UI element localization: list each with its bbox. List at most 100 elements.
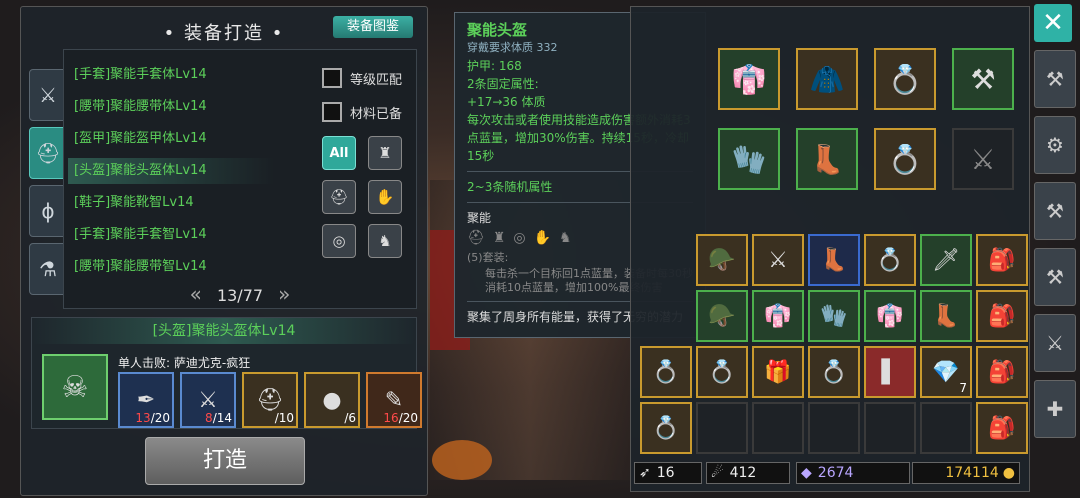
helmet-icon: ⛑ xyxy=(35,141,61,165)
equipped-gloves-slot[interactable]: 🧤 xyxy=(718,128,780,190)
defeat-requirement: 单人击败: 萨迪尤克-疯狂 xyxy=(118,356,251,370)
bag-slot[interactable]: 🎒 xyxy=(976,402,1028,454)
stack-count: 7 xyxy=(959,381,967,395)
bag-slot[interactable]: 💍 xyxy=(808,346,860,398)
filter-gloves-button[interactable]: ✋ xyxy=(368,180,402,214)
bag-slot[interactable]: 💍 xyxy=(640,402,692,454)
belt-icon: ◎ xyxy=(332,232,346,250)
empty-bag-slot[interactable] xyxy=(808,402,860,454)
arrow-currency: ➶ 16 xyxy=(634,462,702,484)
list-item-selected[interactable]: [头盔]聚能头盔体Lv14 xyxy=(68,158,274,184)
helmet-icon[interactable]: ⛑ /10 xyxy=(242,372,298,428)
empty-bag-slot[interactable] xyxy=(864,402,916,454)
list-item[interactable]: [手套]聚能手套体Lv14 xyxy=(74,62,207,88)
bag-slot[interactable]: 🧤 xyxy=(808,290,860,342)
equipped-ring2-slot[interactable]: 💍 xyxy=(874,128,936,190)
craft-tab[interactable]: ⚙ xyxy=(1034,116,1076,174)
bag-slot[interactable]: 🎒 xyxy=(976,234,1028,286)
equipped-ring-slot[interactable]: 💍 xyxy=(874,48,936,110)
equipped-amulet-slot[interactable]: ⚒ xyxy=(952,48,1014,110)
sword-icon: ⚔ xyxy=(39,83,57,107)
hammer-icon: ⚒ xyxy=(1046,67,1064,91)
jewelry-tab[interactable]: ϕ xyxy=(29,185,67,237)
helmet-icon: ⛑ xyxy=(329,188,349,206)
forge-button[interactable]: 打造 xyxy=(145,437,305,485)
empty-bag-slot[interactable] xyxy=(696,402,748,454)
list-item[interactable]: [腰带]聚能腰带体Lv14 xyxy=(74,94,207,120)
prev-page-icon[interactable]: « xyxy=(190,282,202,306)
filter-shoulder-button[interactable]: ♜ xyxy=(368,136,402,170)
gem-stack-slot[interactable]: 💎 7 xyxy=(920,346,972,398)
bag-slot[interactable]: 🎒 xyxy=(976,290,1028,342)
codex-button[interactable]: 装备图鉴 xyxy=(333,16,413,38)
weapon-tab[interactable]: ⚔ xyxy=(29,69,67,121)
level-match-checkbox[interactable] xyxy=(322,68,342,88)
white-feather-icon[interactable]: ✎ 16/20 xyxy=(366,372,422,428)
craft-panel: • 装备打造 • 装备图鉴 ⚔ ⛑ ϕ ⚗ [手套]聚能手套体Lv14 [腰带]… xyxy=(20,6,428,496)
bag-slot[interactable]: 🗡 xyxy=(920,234,972,286)
close-button[interactable]: ✕ xyxy=(1034,4,1072,42)
bag-slot[interactable]: 💍 xyxy=(864,234,916,286)
empty-weapon-slot[interactable]: ⚔ xyxy=(952,128,1014,190)
recipe-list: [手套]聚能手套体Lv14 [腰带]聚能腰带体Lv14 [盔甲]聚能盔甲体Lv1… xyxy=(63,49,417,309)
bag-slot[interactable]: 👘 xyxy=(864,290,916,342)
list-item[interactable]: [盔甲]聚能盔甲体Lv14 xyxy=(74,126,207,152)
necklace-icon: ϕ xyxy=(41,199,55,223)
mat-have: 16 xyxy=(383,411,399,425)
bag-slot[interactable]: 🎒 xyxy=(976,346,1028,398)
mallet-icon: ⚒ xyxy=(1046,265,1064,289)
empty-bag-slot[interactable] xyxy=(920,402,972,454)
bag-slot[interactable]: 👢 xyxy=(808,234,860,286)
feather-icon[interactable]: ✒ 13/20 xyxy=(118,372,174,428)
blade-icon[interactable]: ⚔ 8/14 xyxy=(180,372,236,428)
bag-slot[interactable]: 🪖 xyxy=(696,234,748,286)
equipped-boots-slot[interactable]: 👢 xyxy=(796,128,858,190)
have-mats-checkbox[interactable] xyxy=(322,102,342,122)
forge-tab[interactable]: ⚒ xyxy=(1034,50,1076,108)
list-item[interactable]: [鞋子]聚能靴智Lv14 xyxy=(74,190,194,216)
background-pumpkin xyxy=(432,440,492,480)
filter-belt-button[interactable]: ◎ xyxy=(322,224,356,258)
armor-tab[interactable]: ⛑ xyxy=(29,127,67,179)
shoulder-icon: ♜ xyxy=(378,144,392,162)
filter-all-button[interactable]: All xyxy=(322,136,356,170)
flail-icon[interactable]: ● /6 xyxy=(304,372,360,428)
equipped-armor-slot[interactable]: 👘 xyxy=(718,48,780,110)
boots-icon: ♞ xyxy=(559,230,572,246)
bag-slot[interactable]: 🪖 xyxy=(696,290,748,342)
anvil-icon: ⚙ xyxy=(1046,133,1064,157)
bag-slot[interactable]: 🎁 xyxy=(752,346,804,398)
filter-helmet-button[interactable]: ⛑ xyxy=(322,180,356,214)
soul-currency: ☄ 412 xyxy=(706,462,790,484)
page-number: 13/77 xyxy=(216,286,264,305)
enhance-tab[interactable]: ✚ xyxy=(1034,380,1076,438)
soul-icon: ☄ xyxy=(711,465,724,481)
next-page-icon[interactable]: » xyxy=(278,282,290,306)
potion-icon: ⚗ xyxy=(39,257,57,281)
empty-bag-slot[interactable] xyxy=(752,402,804,454)
have-mats-label: 材料已备 xyxy=(350,106,403,122)
smith-tab[interactable]: ⚒ xyxy=(1034,182,1076,240)
crystal-icon: ◆ xyxy=(801,465,812,481)
bag-slot[interactable]: 💍 xyxy=(640,346,692,398)
level-match-toggle[interactable]: 等级匹配 xyxy=(322,68,402,88)
bag-slot[interactable]: 💍 xyxy=(696,346,748,398)
list-item[interactable]: [手套]聚能手套智Lv14 xyxy=(74,222,207,248)
weapon-upgrade-tab[interactable]: ⚔ xyxy=(1034,314,1076,372)
filter-boots-button[interactable]: ♞ xyxy=(368,224,402,258)
potion-tab[interactable]: ⚗ xyxy=(29,243,67,295)
mat-have: 13 xyxy=(135,411,151,425)
mat-have: 8 xyxy=(205,411,213,425)
have-mats-toggle[interactable]: 材料已备 xyxy=(322,102,402,122)
helmet-item-icon[interactable]: ☠ xyxy=(42,354,108,420)
list-item[interactable]: [腰带]聚能腰带智Lv14 xyxy=(74,254,207,280)
bag-slot[interactable]: ⚔ xyxy=(752,234,804,286)
repair-tab[interactable]: ⚒ xyxy=(1034,248,1076,306)
bag-slot[interactable]: 👘 xyxy=(752,290,804,342)
arrow-icon: ➶ xyxy=(639,465,651,481)
equipped-cloak-slot[interactable]: 🧥 xyxy=(796,48,858,110)
mat-need: /10 xyxy=(274,411,294,425)
boots-icon: ♞ xyxy=(378,232,392,250)
bag-slot[interactable]: ▌ xyxy=(864,346,916,398)
bag-slot[interactable]: 👢 xyxy=(920,290,972,342)
